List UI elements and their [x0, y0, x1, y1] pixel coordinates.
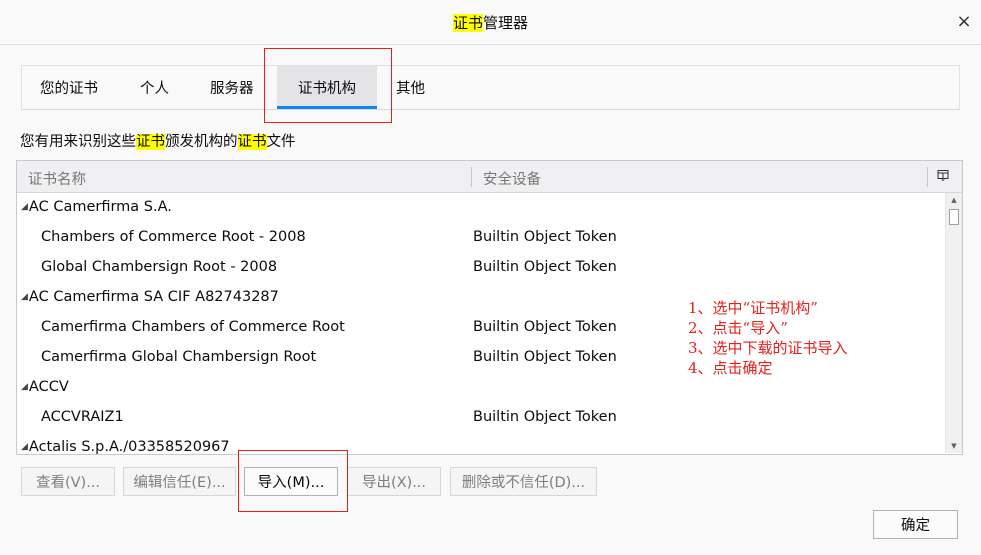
cert-name-text: AC Camerfirma S.A. — [28, 199, 172, 215]
tree-cert-row[interactable]: Chambers of Commerce Root - 2008 Builtin … — [17, 223, 945, 253]
expand-twisty-icon[interactable]: ◢ — [21, 442, 28, 452]
cert-name-text: Actalis S.p.A./03358520967 — [28, 439, 230, 455]
column-divider[interactable] — [927, 167, 928, 187]
tree-header: 证书名称 安全设备 — [17, 161, 962, 193]
cert-name-cell: ◢Actalis S.p.A./03358520967 — [21, 439, 230, 455]
highlight-box-import-button — [238, 450, 348, 512]
desc-highlight: 证书 — [237, 134, 267, 150]
instruction-step: 1、选中“证书机构” — [688, 299, 818, 317]
tab-label: 个人 — [140, 81, 169, 97]
security-device-cell: Builtin Object Token — [473, 259, 617, 275]
cert-name-text: Camerfirma Global Chambersign Root — [41, 349, 317, 365]
desc-text: 文件 — [266, 134, 296, 150]
scroll-down-arrow-icon[interactable]: ▼ — [946, 440, 962, 452]
view-button[interactable]: 查看(V)... — [21, 467, 115, 496]
edit-trust-button[interactable]: 编辑信任(E)... — [123, 467, 236, 496]
desc-text: 颁发机构的 — [165, 134, 238, 150]
dialog-title-rest: 管理器 — [483, 14, 529, 32]
cert-name-cell: ACCVRAIZ1 — [41, 409, 124, 425]
cert-name-cell: Chambers of Commerce Root - 2008 — [41, 229, 306, 245]
ok-button[interactable]: 确定 — [873, 510, 958, 539]
expand-twisty-icon[interactable]: ◢ — [21, 382, 28, 392]
cert-name-text: AC Camerfirma SA CIF A82743287 — [28, 289, 279, 305]
tree-group-row[interactable]: ◢Actalis S.p.A./03358520967 — [17, 433, 945, 455]
expand-twisty-icon[interactable]: ◢ — [21, 292, 28, 302]
instruction-step: 4、点击确定 — [688, 359, 773, 377]
tree-cert-row[interactable]: Global Chambersign Root - 2008 Builtin Ob… — [17, 253, 945, 283]
cert-name-cell: ◢AC Camerfirma S.A. — [21, 199, 172, 215]
tab-label: 其他 — [396, 81, 425, 97]
instruction-annotation: 1、选中“证书机构” 2、点击“导入” 3、选中下载的证书导入 4、点击确定 — [688, 298, 848, 378]
tree-cert-row[interactable]: ACCVRAIZ1 Builtin Object Token — [17, 403, 945, 433]
cert-name-cell: Camerfirma Chambers of Commerce Root — [41, 319, 345, 335]
cert-name-cell: ◢ACCV — [21, 379, 69, 395]
tab-strip: 您的证书 个人 服务器 证书机构 其他 — [21, 65, 960, 110]
cert-name-cell: Global Chambersign Root - 2008 — [41, 259, 277, 275]
close-icon[interactable]: × — [953, 10, 975, 32]
cert-name-text: Camerfirma Chambers of Commerce Root — [41, 319, 345, 335]
authorities-description: 您有用来识别这些证书颁发机构的证书文件 — [20, 130, 296, 151]
expand-twisty-icon[interactable]: ◢ — [21, 202, 28, 212]
tab-servers[interactable]: 服务器 — [210, 66, 254, 109]
cert-name-cell: ◢AC Camerfirma SA CIF A82743287 — [21, 289, 279, 305]
column-header-cert-name[interactable]: 证书名称 — [28, 168, 86, 189]
cert-name-text: Global Chambersign Root - 2008 — [41, 259, 278, 275]
security-device-cell: Builtin Object Token — [473, 229, 617, 245]
security-device-cell: Builtin Object Token — [473, 349, 617, 365]
cert-name-text: Chambers of Commerce Root - 2008 — [41, 229, 306, 245]
security-device-cell: Builtin Object Token — [473, 319, 617, 335]
tab-people[interactable]: 个人 — [140, 66, 169, 109]
instruction-step: 3、选中下载的证书导入 — [688, 339, 848, 357]
dialog-title-highlight: 证书 — [452, 14, 483, 32]
export-button[interactable]: 导出(X)... — [347, 467, 441, 496]
tab-others[interactable]: 其他 — [396, 66, 425, 109]
column-picker-icon[interactable] — [937, 169, 949, 181]
instruction-step: 2、点击“导入” — [688, 319, 788, 337]
desc-highlight: 证书 — [136, 134, 165, 150]
highlight-box-authorities-tab — [264, 48, 392, 123]
tree-group-row[interactable]: ◢AC Camerfirma S.A. — [17, 193, 945, 223]
dialog-title: 证书管理器 — [0, 12, 981, 33]
tab-label: 服务器 — [210, 81, 254, 97]
vertical-scrollbar[interactable]: ▲ ▼ — [945, 193, 962, 453]
title-bar: 证书管理器 × — [0, 0, 981, 45]
tab-label: 您的证书 — [40, 81, 98, 97]
scroll-up-arrow-icon[interactable]: ▲ — [946, 194, 962, 206]
delete-distrust-button[interactable]: 删除或不信任(D)... — [450, 467, 597, 496]
cert-name-text: ACCV — [28, 379, 69, 395]
desc-text: 您有用来识别这些 — [20, 134, 136, 150]
column-divider[interactable] — [471, 167, 472, 187]
column-header-security-device[interactable]: 安全设备 — [483, 168, 541, 189]
cert-name-text: ACCVRAIZ1 — [41, 409, 124, 425]
tab-your-certificates[interactable]: 您的证书 — [40, 66, 98, 109]
security-device-cell: Builtin Object Token — [473, 409, 617, 425]
cert-name-cell: Camerfirma Global Chambersign Root — [41, 349, 316, 365]
scroll-thumb[interactable] — [949, 209, 959, 225]
